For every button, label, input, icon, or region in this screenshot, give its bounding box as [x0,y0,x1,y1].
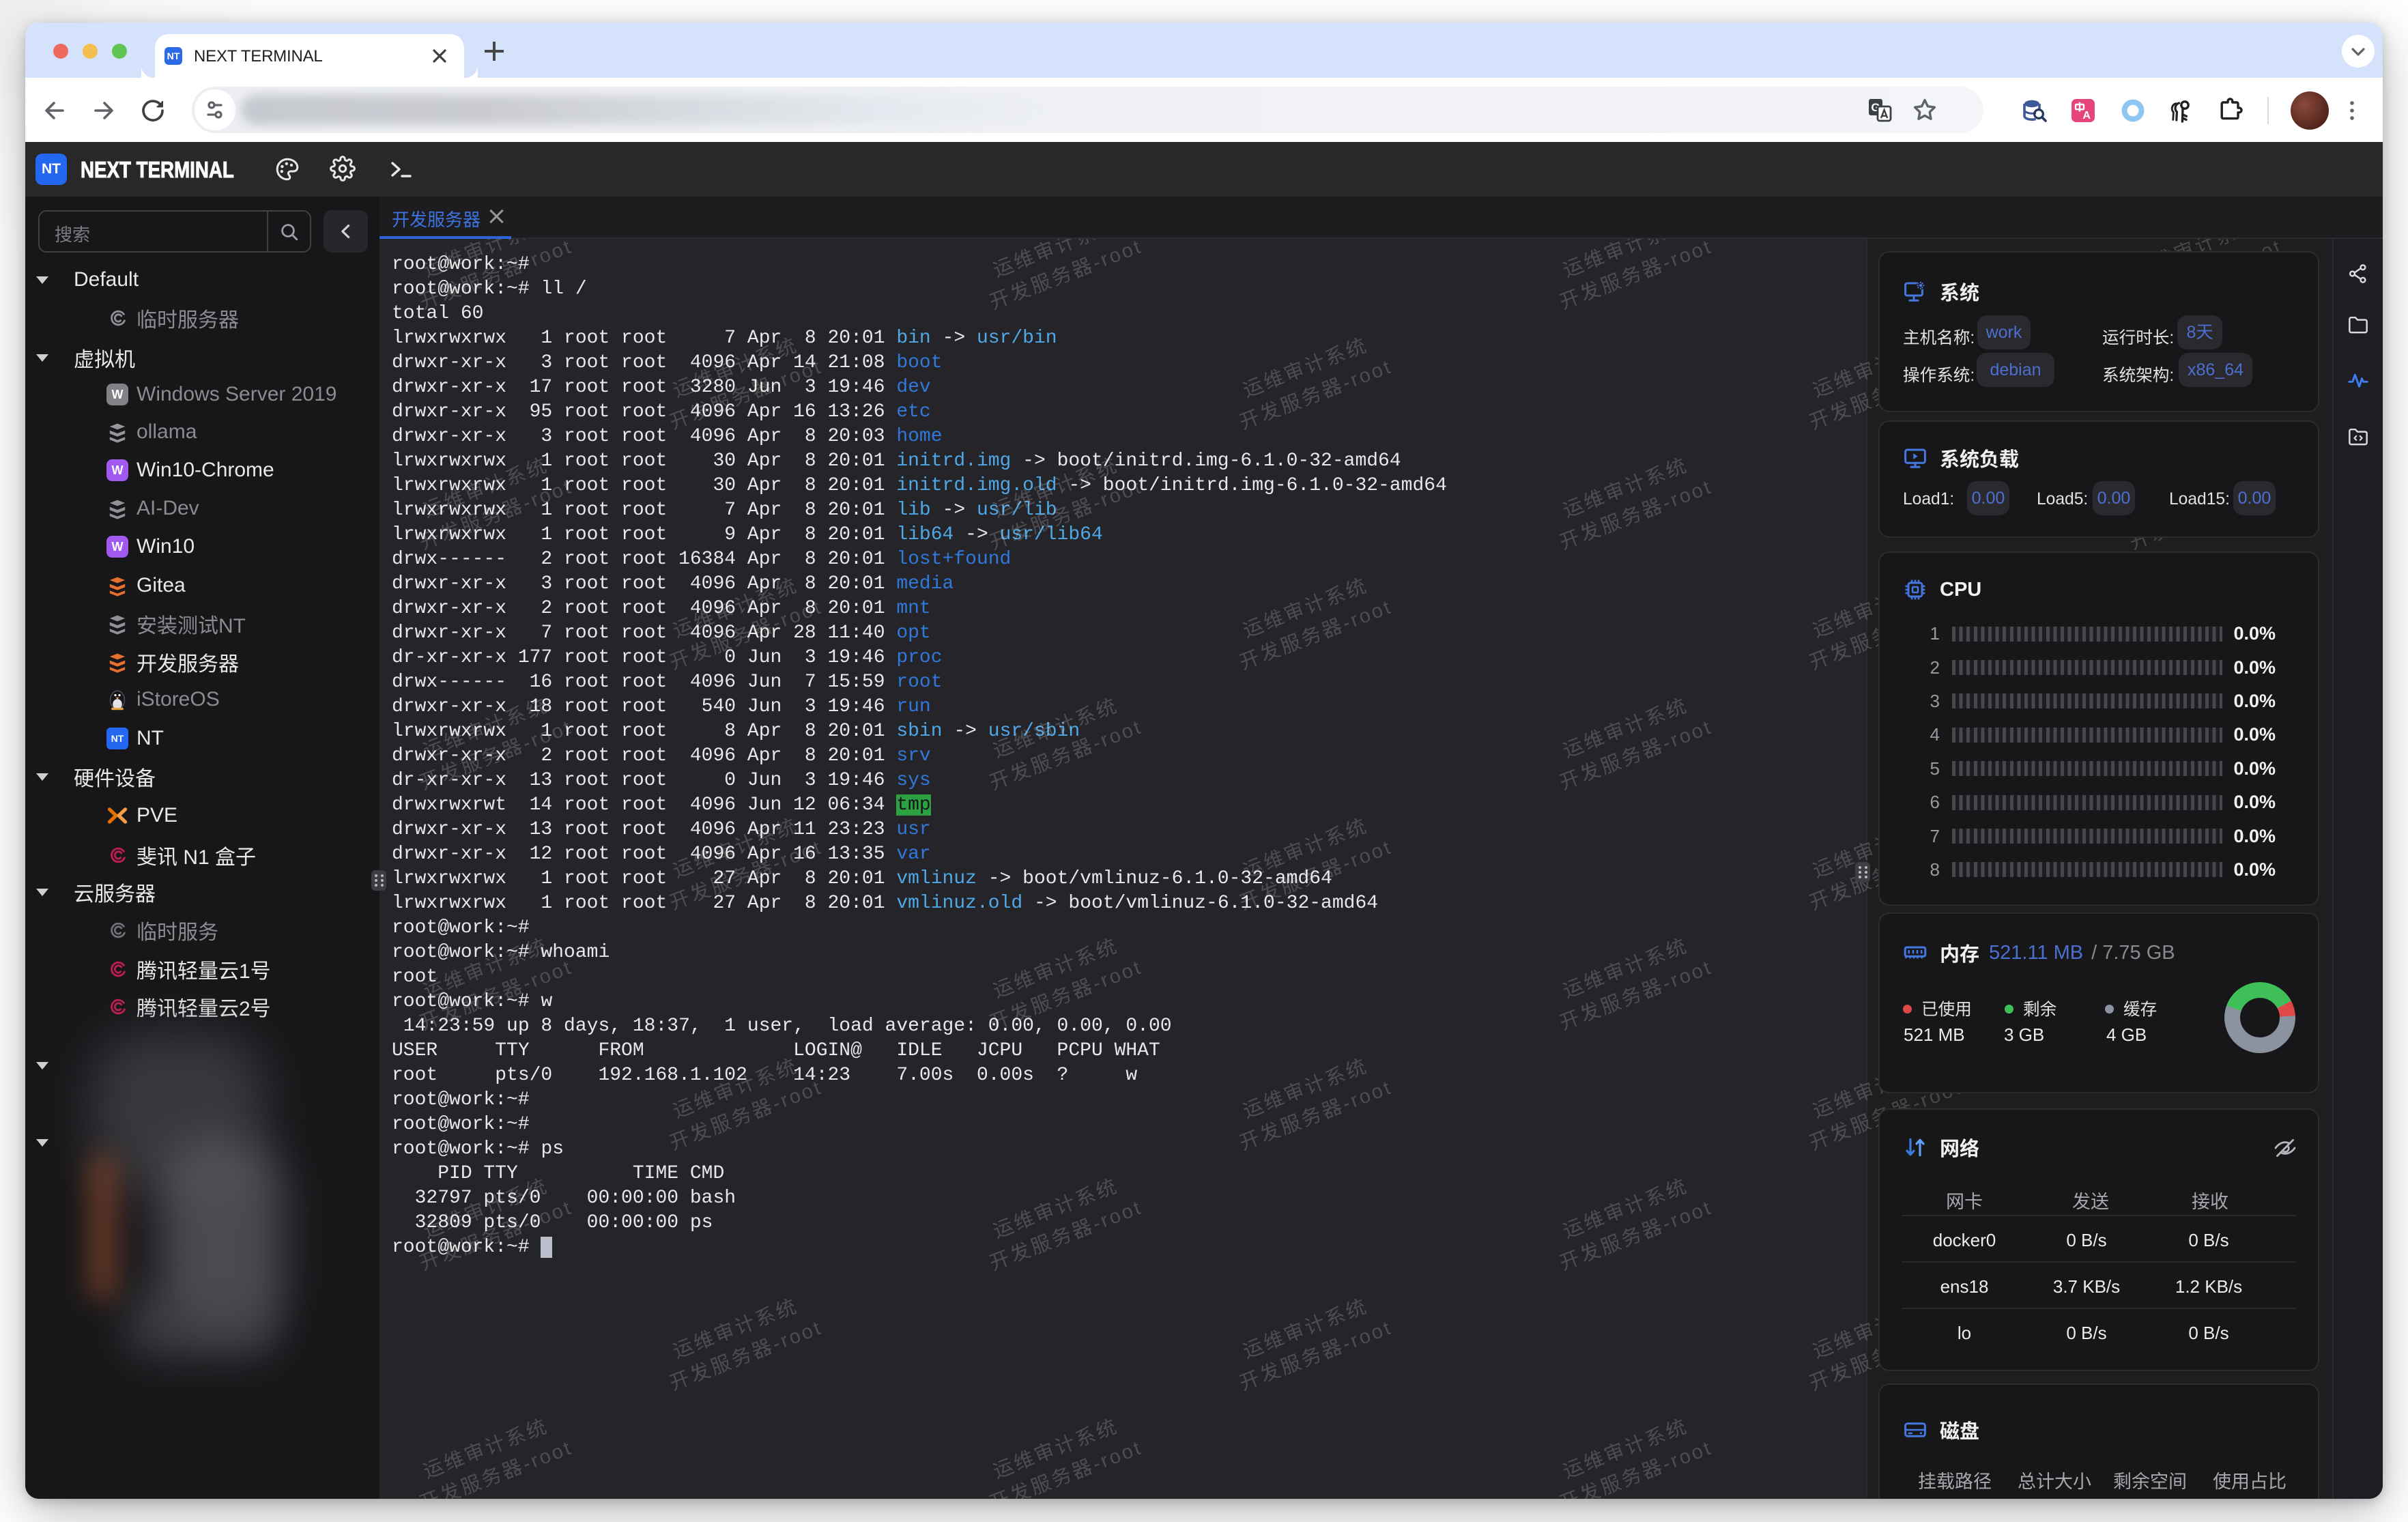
svg-text:A: A [2082,110,2091,121]
